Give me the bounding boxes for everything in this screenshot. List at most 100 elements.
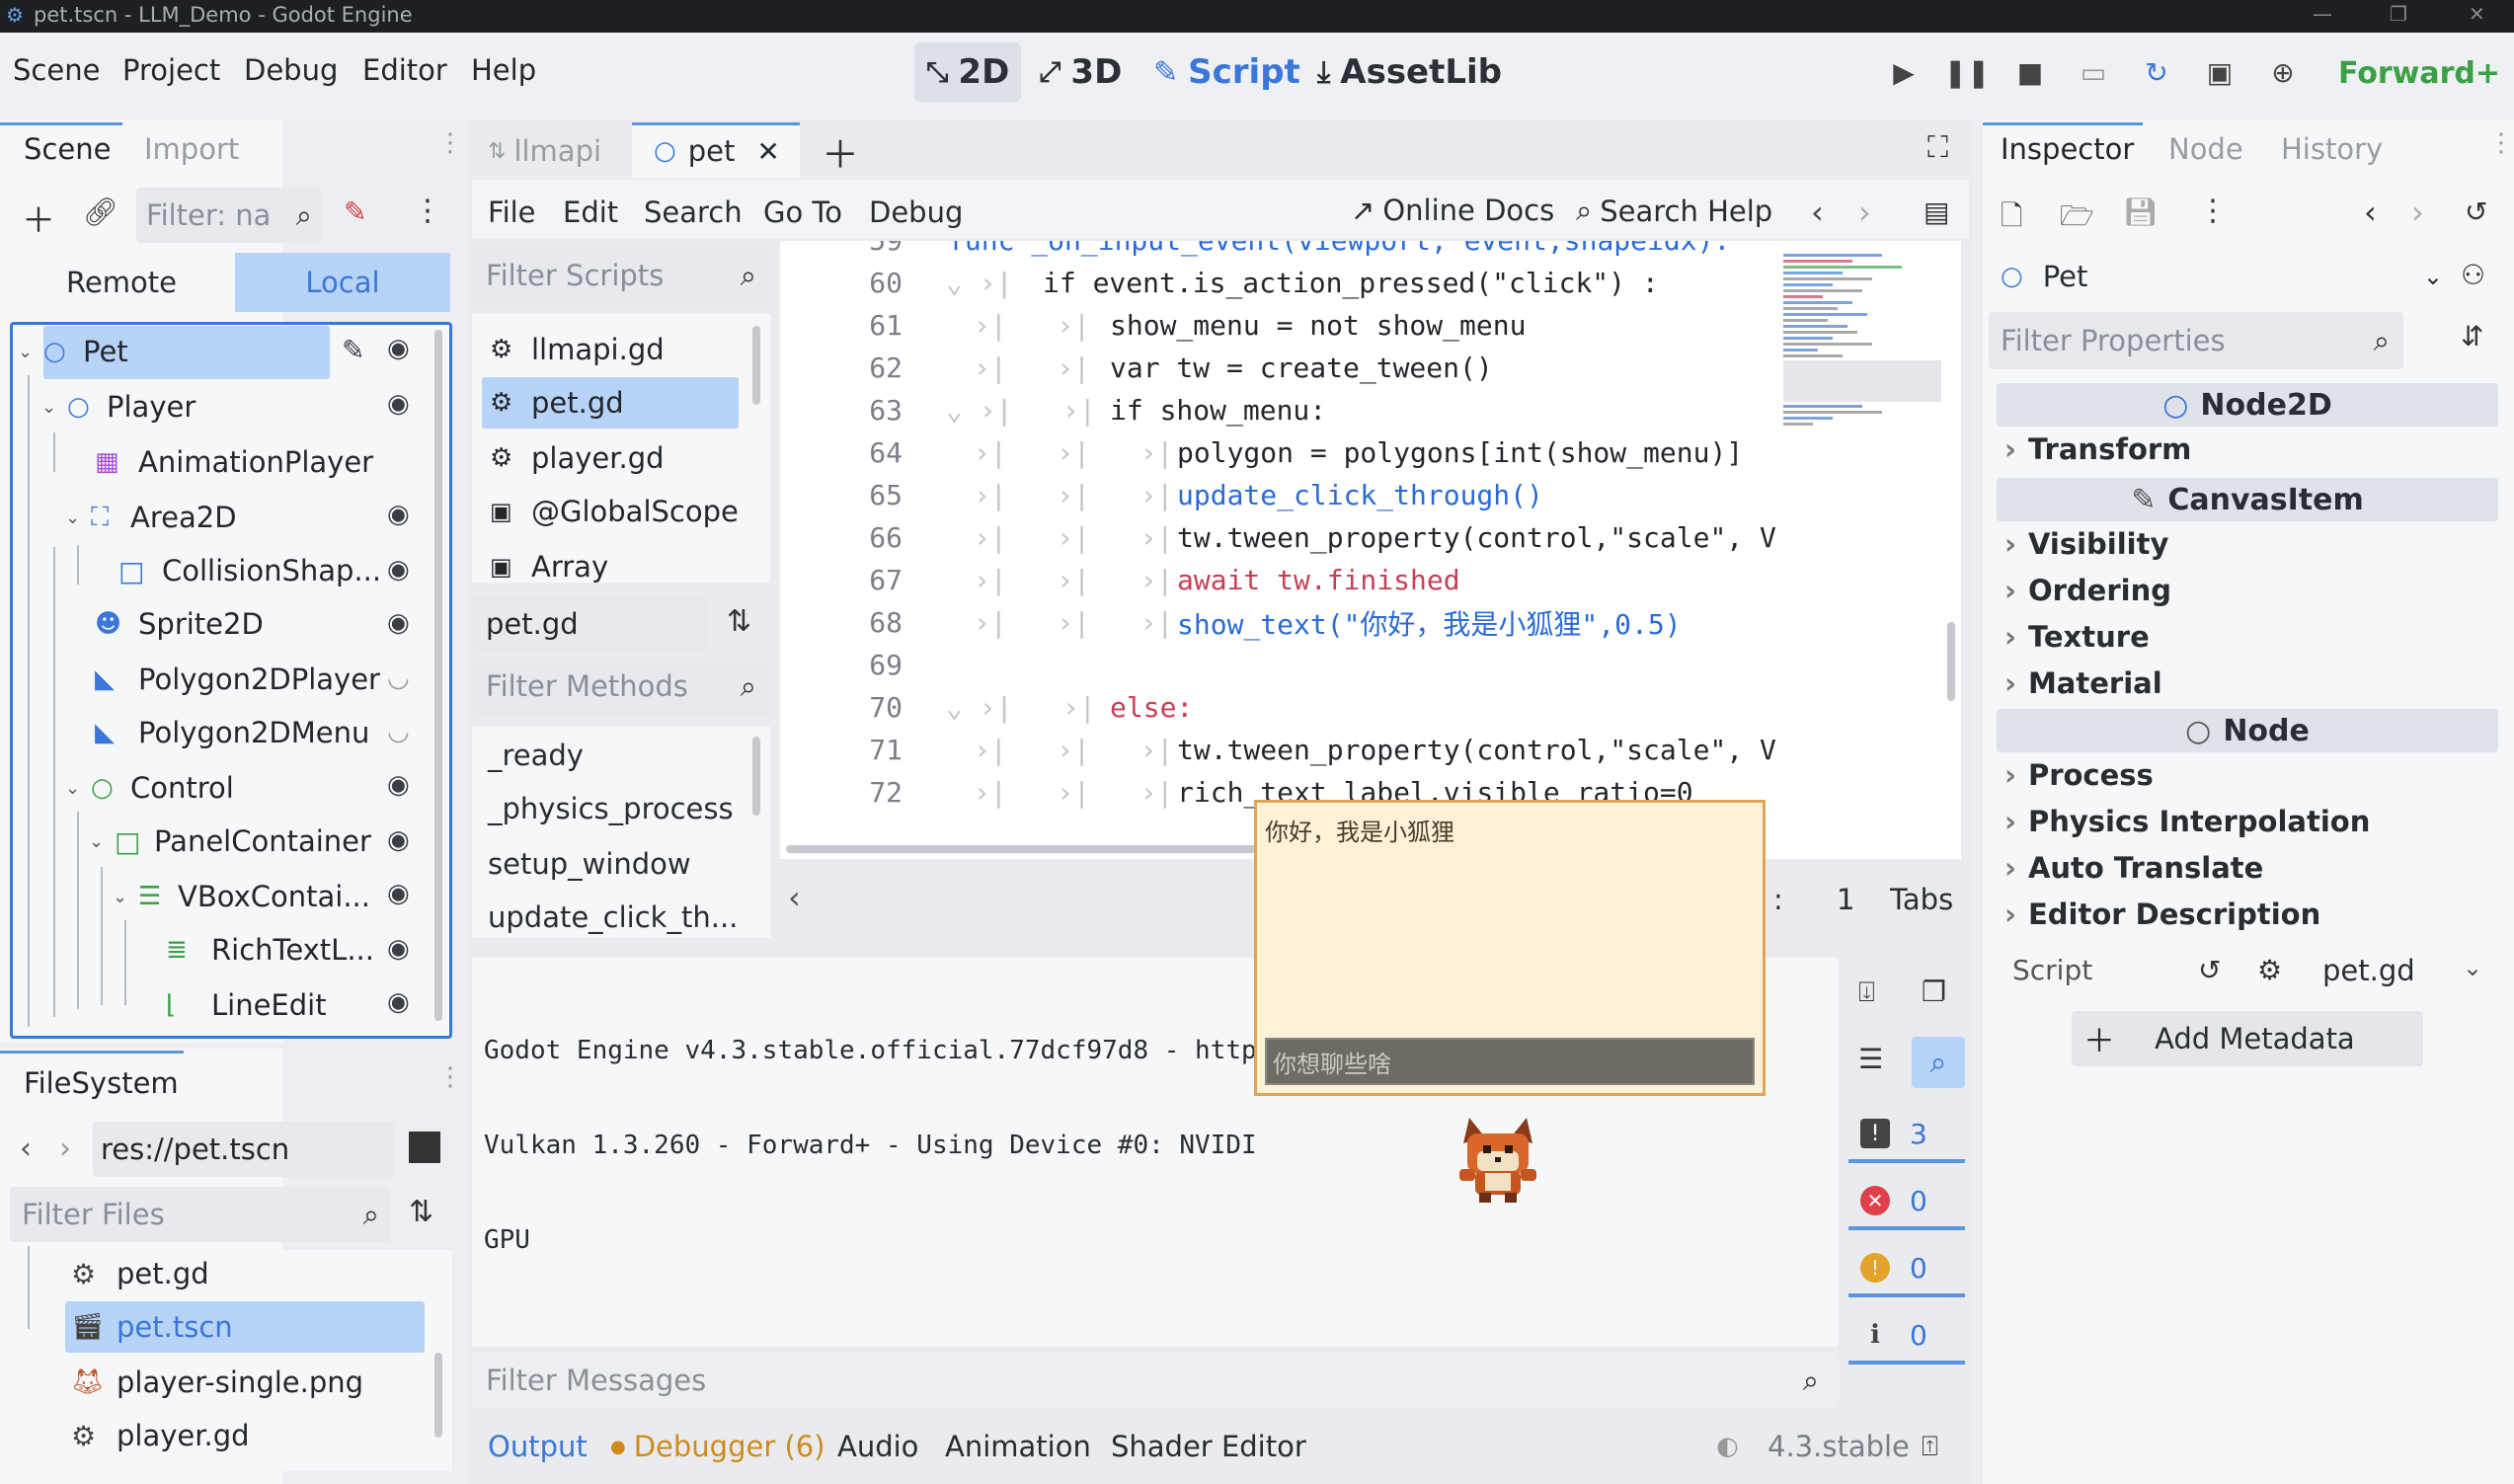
group-visibility[interactable]: › Visibility bbox=[2004, 527, 2168, 561]
link-icon[interactable]: 🔗︎ bbox=[83, 195, 118, 228]
indent-mode[interactable]: Tabs bbox=[1890, 883, 1953, 916]
script-item[interactable]: ▣ Array bbox=[490, 541, 608, 592]
script-item[interactable]: ⚙ player.gd bbox=[490, 432, 665, 484]
tree-item-sprite2d[interactable]: ☻ Sprite2D bbox=[95, 598, 264, 650]
tree-item-control[interactable]: ⌄ ○ Control bbox=[65, 762, 234, 814]
tree-item-lineedit[interactable]: ⌊ LineEdit bbox=[166, 979, 327, 1031]
tab-inspector[interactable]: Inspector bbox=[2001, 132, 2134, 166]
menu-project[interactable]: Project bbox=[122, 53, 220, 87]
attach-script-icon[interactable]: ✎ bbox=[344, 195, 366, 228]
code-editor[interactable]: 59 func _on_input_event(viewport, event,… bbox=[780, 241, 1961, 859]
revert-icon[interactable]: ↺ bbox=[2198, 954, 2221, 986]
visibility-eye-icon[interactable]: ◉ bbox=[387, 879, 410, 908]
visibility-eye-icon[interactable]: ◉ bbox=[387, 934, 410, 964]
group-auto-translate[interactable]: › Auto Translate bbox=[2004, 851, 2263, 885]
collapse-icon[interactable]: ☰ bbox=[1858, 1043, 1883, 1075]
workspace-script-button[interactable]: ✎ Script bbox=[1141, 42, 1312, 102]
minimize-icon[interactable]: — bbox=[2313, 2, 2332, 26]
add-metadata-button[interactable]: ＋ Add Metadata bbox=[2072, 1011, 2423, 1066]
method-item[interactable]: setup_window bbox=[488, 847, 691, 881]
dock-menu-icon[interactable]: ⋮ bbox=[437, 1062, 463, 1092]
script-menu-file[interactable]: File bbox=[488, 195, 536, 229]
sort-icon[interactable]: ⇅ bbox=[409, 1195, 433, 1229]
tree-item-panelcontainer[interactable]: ⌄ □ PanelContainer bbox=[89, 816, 371, 867]
remote-debug-icon[interactable]: ▭ bbox=[2074, 52, 2113, 92]
toggle-scripts-panel-icon[interactable]: ‹ bbox=[788, 879, 801, 916]
script-menu-edit[interactable]: Edit bbox=[563, 195, 618, 229]
history-forward-icon[interactable]: › bbox=[2411, 194, 2424, 231]
hidden-eye-icon[interactable]: ◡ bbox=[387, 717, 410, 746]
tree-item-animationplayer[interactable]: ▦ AnimationPlayer bbox=[95, 436, 373, 488]
visibility-eye-icon[interactable]: ◉ bbox=[387, 500, 410, 529]
tab-debugger[interactable]: ● Debugger (6) bbox=[610, 1430, 825, 1463]
workspace-2d-button[interactable]: ⤡ 2D bbox=[914, 42, 1022, 102]
script-menu-debug[interactable]: Debug bbox=[869, 195, 963, 229]
tab-scene[interactable]: Scene bbox=[24, 132, 111, 166]
code-vscrollbar[interactable] bbox=[1947, 622, 1955, 701]
tab-output[interactable]: Output bbox=[488, 1430, 588, 1463]
inspected-object-select[interactable]: ○ Pet ⌄ bbox=[1989, 249, 2443, 304]
tab-node[interactable]: Node bbox=[2168, 132, 2243, 166]
filter-files-input[interactable]: Filter Files ⌕ bbox=[10, 1187, 391, 1242]
filter-info-toggle[interactable]: ℹ 0 bbox=[1848, 1309, 1965, 1365]
open-folder-icon[interactable]: 🗁︎ bbox=[2060, 195, 2094, 243]
hidden-eye-icon[interactable]: ◡ bbox=[387, 664, 410, 693]
clear-log-icon[interactable]: ⍗ bbox=[1858, 976, 1875, 1009]
script-item[interactable]: ▣ @GlobalScope bbox=[490, 486, 739, 537]
tab-audio[interactable]: Audio bbox=[837, 1430, 918, 1463]
method-list-scrollbar[interactable] bbox=[752, 737, 760, 816]
group-transform[interactable]: › Transform bbox=[2004, 432, 2191, 466]
split-mode-icon[interactable] bbox=[409, 1132, 440, 1163]
tree-item-collisionshape[interactable]: □ CollisionShap... bbox=[118, 545, 381, 596]
stop-icon[interactable]: ■ bbox=[2010, 52, 2050, 92]
method-item[interactable]: _physics_process bbox=[488, 792, 734, 825]
menu-scene[interactable]: Scene bbox=[13, 53, 100, 87]
object-properties-icon[interactable]: ⚇ bbox=[2461, 259, 2485, 291]
maximize-icon[interactable]: ❐ bbox=[2390, 2, 2407, 26]
tab-history[interactable]: History bbox=[2281, 132, 2383, 166]
script-menu-goto[interactable]: Go To bbox=[763, 195, 842, 229]
scene-filter-input[interactable]: Filter: na ⌕ bbox=[136, 188, 322, 243]
menu-debug[interactable]: Debug bbox=[244, 53, 338, 87]
add-tab-icon[interactable]: ＋ bbox=[822, 124, 859, 179]
property-options-icon[interactable]: ⇵ bbox=[2461, 320, 2483, 352]
play-scene-icon[interactable]: ▣ bbox=[2200, 52, 2239, 92]
tree-item-area2d[interactable]: ⌄ ⛶ Area2D bbox=[65, 492, 237, 543]
play-icon[interactable]: ▶ bbox=[1884, 52, 1924, 92]
movie-maker-icon[interactable]: ⊕ bbox=[2263, 52, 2303, 92]
scene-tree-scrollbar[interactable] bbox=[434, 330, 442, 1021]
workspace-3d-button[interactable]: ⤢ 3D bbox=[1027, 42, 1134, 102]
tab-pet[interactable]: ○ pet ✕ bbox=[654, 126, 780, 176]
filter-messages-input[interactable]: Filter Messages ⌕ bbox=[472, 1353, 1839, 1408]
method-item[interactable]: update_click_th... bbox=[488, 900, 738, 934]
visibility-eye-icon[interactable]: ◉ bbox=[387, 770, 410, 800]
tree-item-polygon2dplayer[interactable]: ◣ Polygon2DPlayer bbox=[95, 654, 380, 705]
file-item[interactable]: ⚙ player.gd bbox=[71, 1410, 250, 1461]
script-item-selected[interactable]: ⚙ pet.gd bbox=[490, 377, 624, 429]
script-attached-icon[interactable]: ✎ bbox=[342, 334, 364, 366]
file-item[interactable]: ⚙ pet.gd bbox=[71, 1248, 209, 1299]
tree-item-vboxcontainer[interactable]: ⌄ ☰ VBoxContai... bbox=[113, 871, 370, 922]
visibility-eye-icon[interactable]: ◉ bbox=[387, 555, 410, 585]
dock-menu-icon[interactable]: ⋮ bbox=[437, 128, 463, 158]
dock-menu-icon[interactable]: ⋮ bbox=[2488, 128, 2514, 158]
workspace-assetlib-button[interactable]: ⤓ AssetLib bbox=[1305, 42, 1514, 102]
pause-icon[interactable]: ❚❚ bbox=[1944, 52, 1991, 92]
tab-filesystem[interactable]: FileSystem bbox=[24, 1066, 179, 1100]
inspector-menu-icon[interactable]: ⋮ bbox=[2198, 194, 2228, 228]
filter-messages-toggle[interactable]: ! 3 bbox=[1848, 1108, 1965, 1163]
forward-icon[interactable]: › bbox=[59, 1132, 71, 1166]
reload-icon[interactable]: ↻ bbox=[2137, 52, 2176, 92]
history-forward-icon[interactable]: › bbox=[1858, 194, 1871, 231]
local-tab[interactable]: Local bbox=[235, 253, 450, 312]
back-icon[interactable]: ‹ bbox=[20, 1132, 32, 1166]
distraction-free-icon[interactable]: ⛶ bbox=[1927, 130, 1948, 165]
script-property-value[interactable]: pet.gd bbox=[2322, 954, 2415, 987]
renderer-select[interactable]: Forward+ ⌄ bbox=[2338, 56, 2514, 91]
search-help-link[interactable]: ⌕ Search Help bbox=[1576, 194, 1772, 228]
search-toggle-icon[interactable]: ⌕ bbox=[1912, 1037, 1965, 1088]
scene-menu-icon[interactable]: ⋮ bbox=[413, 194, 442, 228]
file-list-scrollbar[interactable] bbox=[434, 1353, 442, 1438]
visibility-eye-icon[interactable]: ◉ bbox=[387, 389, 410, 419]
code-minimap[interactable] bbox=[1783, 251, 1941, 508]
